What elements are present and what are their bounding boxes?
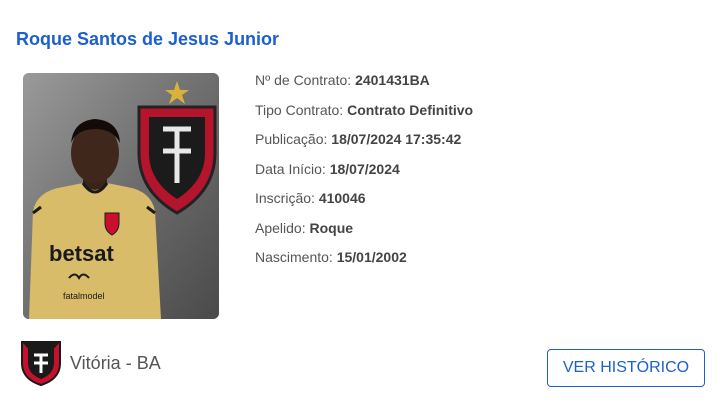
detail-nickname: Apelido: Roque: [255, 218, 473, 248]
player-name[interactable]: Roque Santos de Jesus Junior: [16, 29, 279, 50]
detail-publication: Publicação: 18/07/2024 17:35:42: [255, 129, 473, 159]
detail-label: Apelido:: [255, 219, 306, 236]
detail-label: Tipo Contrato:: [255, 101, 344, 118]
detail-start-date: Data Início: 18/07/2024: [255, 159, 473, 189]
detail-value: Roque: [309, 219, 354, 236]
detail-label: Data Início:: [255, 160, 326, 177]
detail-registration: Inscrição: 410046: [255, 188, 473, 218]
detail-value: 410046: [318, 190, 366, 206]
detail-label: Publicação:: [255, 131, 328, 147]
detail-birth-date: Nascimento: 15/01/2002: [255, 247, 473, 277]
detail-label: Inscrição:: [255, 190, 315, 206]
contract-details: Nº de Contrato: 2401431BA Tipo Contrato:…: [255, 70, 473, 277]
detail-contract-number: Nº de Contrato: 2401431BA: [255, 70, 473, 100]
club-crest-icon: [21, 341, 61, 387]
detail-value: 18/07/2024: [329, 160, 400, 177]
detail-value: 18/07/2024 17:35:42: [331, 131, 462, 147]
detail-label: Nascimento:: [255, 249, 333, 265]
detail-label: Nº de Contrato:: [255, 72, 352, 88]
club-info[interactable]: Vitória - BA: [20, 339, 161, 387]
player-card: Roque Santos de Jesus Junior betsat fata…: [0, 0, 722, 417]
detail-contract-type: Tipo Contrato: Contrato Definitivo: [255, 100, 473, 130]
detail-value: Contrato Definitivo: [347, 101, 474, 118]
svg-text:fatalmodel: fatalmodel: [63, 291, 105, 301]
svg-text:betsat: betsat: [49, 241, 114, 266]
detail-value: 2401431BA: [355, 72, 430, 88]
club-name: Vitória - BA: [70, 352, 161, 373]
detail-value: 15/01/2002: [336, 249, 407, 265]
view-history-button[interactable]: VER HISTÓRICO: [547, 349, 705, 387]
player-photo: betsat fatalmodel: [23, 73, 219, 319]
